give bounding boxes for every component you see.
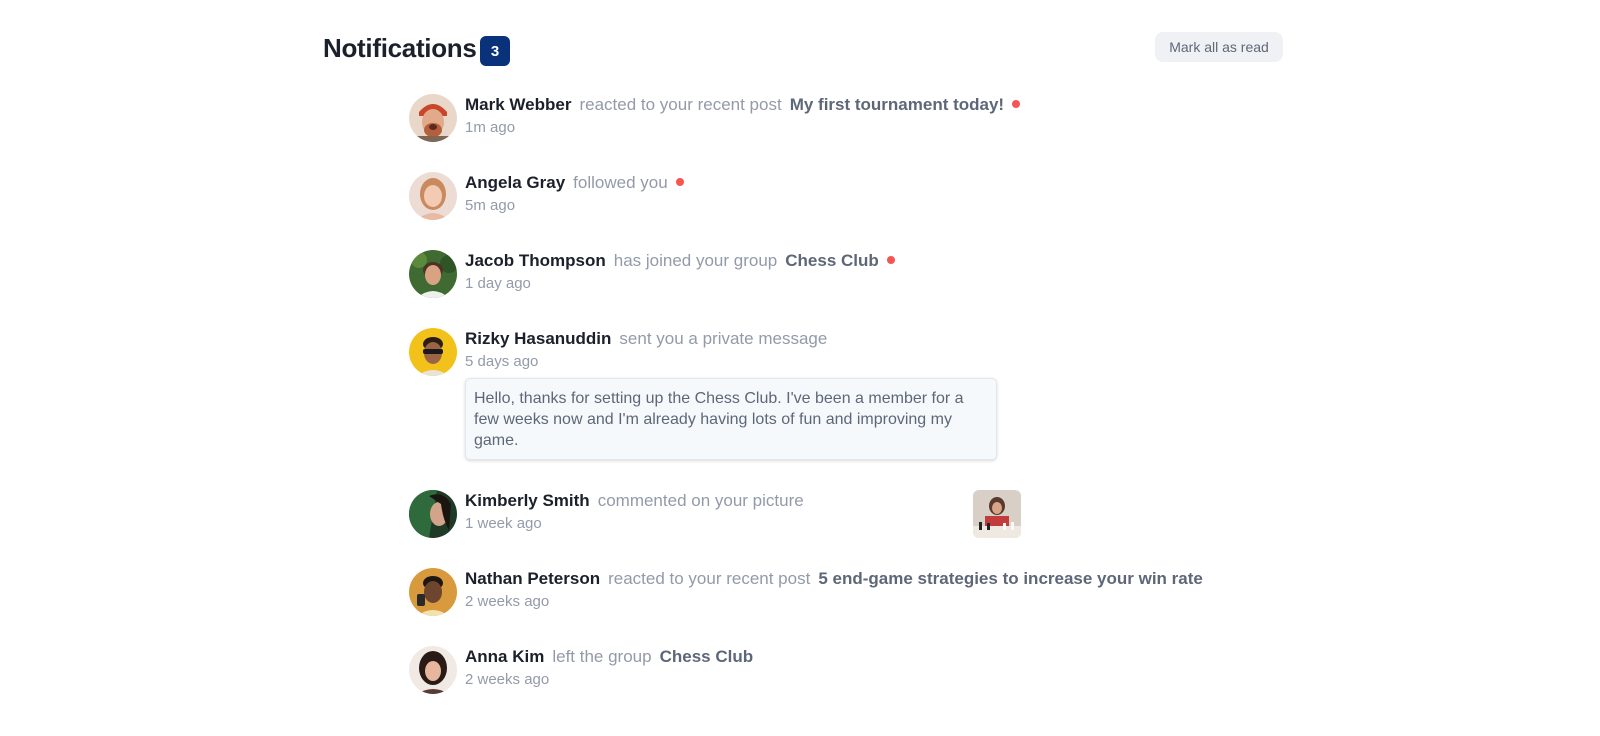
notification-text: Jacob Thompson has joined your group Chess… xyxy=(465,250,895,272)
private-message-preview[interactable]: Hello, thanks for setting up the Chess C… xyxy=(465,378,997,460)
unread-dot xyxy=(886,255,895,264)
user-name[interactable]: Mark Webber xyxy=(465,95,571,114)
chess-picture-thumbnail-icon[interactable] xyxy=(973,490,1021,538)
notification-action: has joined your group xyxy=(613,251,778,270)
notification-action: followed you xyxy=(573,173,668,192)
notification-time: 1m ago xyxy=(465,119,516,136)
page-title: Notifications xyxy=(323,33,477,63)
avatar-mark-webber-icon[interactable] xyxy=(409,94,457,142)
user-name[interactable]: Kimberly Smith xyxy=(465,491,590,510)
notifications-header: Notifications 3 Mark all as read xyxy=(323,30,1283,70)
user-name[interactable]: Angela Gray xyxy=(465,173,565,192)
notification-time: 2 weeks ago xyxy=(465,593,550,610)
avatar-kimberly-smith-icon[interactable] xyxy=(409,490,457,538)
group-link[interactable]: Chess Club xyxy=(660,647,754,666)
unread-dot xyxy=(1012,99,1021,108)
notification-text: Kimberly Smith commented on your picture xyxy=(465,490,812,512)
notification-action: reacted to your recent post xyxy=(608,569,811,588)
notification-text: Mark Webber reacted to your recent post My… xyxy=(465,94,1021,116)
mark-all-as-read-button[interactable]: Mark all as read xyxy=(1155,32,1283,62)
group-link[interactable]: Chess Club xyxy=(785,251,879,270)
user-name[interactable]: Nathan Peterson xyxy=(465,569,600,588)
unread-dot xyxy=(675,177,684,186)
user-name[interactable]: Rizky Hasanuddin xyxy=(465,329,611,348)
avatar-anna-kim-icon[interactable] xyxy=(409,646,457,694)
notification-time: 5 days ago xyxy=(465,353,539,370)
notifications-page: Notifications 3 Mark all as read Mark We… xyxy=(0,0,1600,736)
post-link[interactable]: 5 end-game strategies to increase your w… xyxy=(818,569,1203,588)
notification-text: Anna Kim left the group Chess Club xyxy=(465,646,761,668)
notification-action: left the group xyxy=(552,647,652,666)
notification-time: 2 weeks ago xyxy=(465,671,550,688)
notification-time: 5m ago xyxy=(465,197,516,214)
avatar-nathan-peterson-icon[interactable] xyxy=(409,568,457,616)
avatar-angela-gray-icon[interactable] xyxy=(409,172,457,220)
notification-action: reacted to your recent post xyxy=(579,95,782,114)
notification-text: Nathan Peterson reacted to your recent po… xyxy=(465,568,1211,590)
notification-time: 1 week ago xyxy=(465,515,542,532)
notification-text: Rizky Hasanuddin sent you a private messa… xyxy=(465,328,835,350)
notification-time: 1 day ago xyxy=(465,275,531,292)
avatar-jacob-thompson-icon[interactable] xyxy=(409,250,457,298)
user-name[interactable]: Anna Kim xyxy=(465,647,544,666)
post-link[interactable]: My first tournament today! xyxy=(790,95,1004,114)
unread-count-badge: 3 xyxy=(480,36,510,66)
notification-action: commented on your picture xyxy=(597,491,804,510)
notification-text: Angela Gray followed you xyxy=(465,172,684,194)
notification-action: sent you a private message xyxy=(619,329,828,348)
user-name[interactable]: Jacob Thompson xyxy=(465,251,606,270)
avatar-rizky-hasanuddin-icon[interactable] xyxy=(409,328,457,376)
